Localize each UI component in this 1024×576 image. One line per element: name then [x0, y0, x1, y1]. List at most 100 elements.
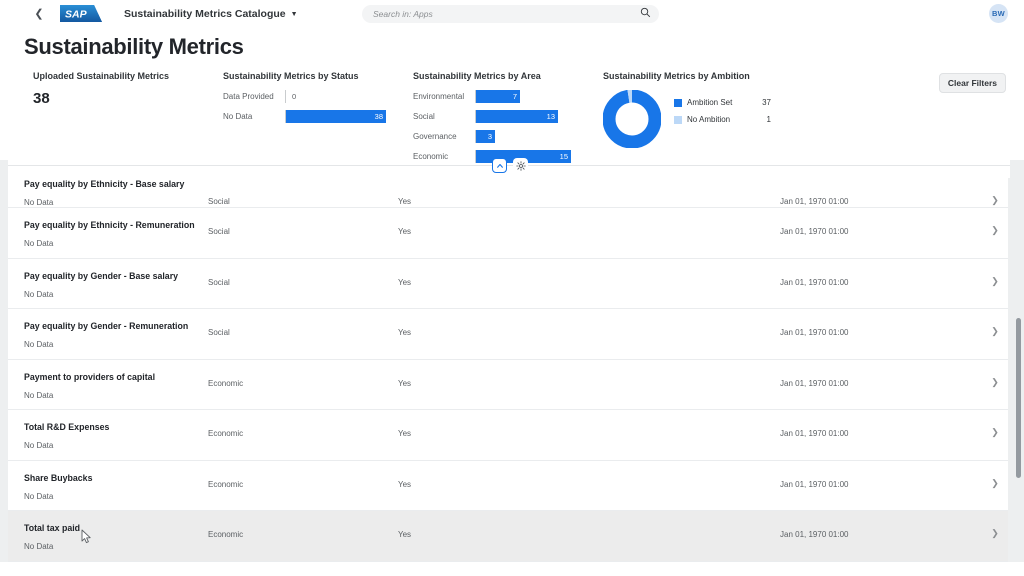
search-icon[interactable] [640, 5, 651, 23]
cell-metric-name: Pay equality by Ethnicity - Remuneration… [8, 208, 208, 249]
metric-name: Pay equality by Gender - Remuneration [24, 321, 189, 331]
bar-track: 3 [475, 130, 593, 143]
metric-name: Total tax paid [24, 523, 81, 533]
chevron-right-icon[interactable]: ❯ [982, 259, 1008, 287]
app-title-label: Sustainability Metrics Catalogue [124, 7, 286, 20]
table-row[interactable]: Pay equality by Gender - Base salary No D… [8, 258, 1008, 309]
metric-name: Pay equality by Gender - Base salary [24, 270, 179, 281]
bar-fill: 7 [476, 90, 520, 103]
vertical-scrollbar-thumb[interactable] [1016, 318, 1021, 478]
left-gutter [0, 160, 8, 576]
cell-metric-name: Total tax paid No Data [8, 511, 208, 552]
table-row[interactable]: Share Buybacks No Data Economic Yes Jan 01, … [8, 460, 1008, 511]
search-box[interactable] [362, 5, 659, 23]
cell-ambition: Yes [398, 429, 412, 438]
bar-category-label: Data Provided [223, 92, 274, 101]
legend-swatch [674, 98, 682, 107]
avatar[interactable]: BW [989, 4, 1008, 23]
cell-date: Jan 01, 1970 01:00 [780, 277, 849, 287]
bar-row[interactable]: Data Provided 0 [223, 90, 403, 103]
bar-track: 13 [475, 110, 593, 123]
cell-date: Jan 01, 1970 01:00 [780, 227, 849, 236]
cell-metric-name: Payment to providers of capital No Data [8, 360, 208, 401]
bar-chart-by-status: Data Provided 0 No Data 38 [223, 90, 403, 123]
table-row[interactable]: Pay equality by Gender - Remuneration No … [8, 309, 1008, 360]
legend-item[interactable]: No Ambition 1 [674, 115, 771, 124]
filter-bar-divider [0, 158, 1024, 178]
chevron-right-icon[interactable]: ❯ [982, 511, 1008, 539]
cell-metric-name: Total R&D Expenses No Data [8, 410, 208, 451]
legend-label: Ambition Set [687, 98, 733, 107]
table-row[interactable]: Pay equality by Ethnicity - Base salary N… [8, 178, 1008, 208]
chart-card-by-status[interactable]: Sustainability Metrics by Status Data Pr… [223, 71, 403, 123]
bar-row[interactable]: Social 13 [413, 110, 593, 123]
chevron-right-icon[interactable]: ❯ [982, 208, 1008, 236]
bar-category-label: Economic [413, 152, 449, 161]
kpi-title: Uploaded Sustainability Metrics [33, 71, 170, 81]
clear-filters-button[interactable]: Clear Filters [938, 73, 1006, 93]
table-row[interactable]: Total R&D Expenses No Data Economic Yes Jan … [8, 410, 1008, 461]
svg-text:SAP: SAP [65, 9, 88, 21]
shell-bar: ❮ SAP Sustainability Metrics Catalogue ▼ [0, 0, 1024, 27]
cell-area: Economic [208, 530, 244, 539]
cell-metric-name: Share Buybacks No Data [8, 461, 208, 502]
app-title-menu[interactable]: Sustainability Metrics Catalogue ▼ [124, 8, 298, 20]
bar-row[interactable]: No Data 38 [223, 110, 403, 123]
filter-settings-icon[interactable] [513, 158, 528, 173]
bar-value-label: 38 [374, 112, 383, 121]
kpi-value: 38 [33, 90, 50, 107]
metric-name: Payment to providers of capital [24, 371, 156, 382]
cell-ambition: Yes [398, 277, 412, 287]
donut-chart-by-ambition: Ambition Set 37 No Ambition 1 [602, 89, 813, 153]
chevron-right-icon[interactable]: ❯ [982, 309, 1008, 337]
legend-item[interactable]: Ambition Set 37 [674, 98, 771, 107]
chart-title-by-ambition: Sustainability Metrics by Ambition [603, 71, 750, 81]
cell-ambition: Yes [398, 328, 412, 337]
bar-category-label: No Data [223, 112, 253, 121]
cell-area: Social [208, 277, 230, 287]
bar-value-label: 0 [292, 92, 297, 101]
vertical-scrollbar[interactable] [1015, 160, 1022, 576]
bar-value-label: 3 [487, 132, 492, 141]
back-icon[interactable]: ❮ [30, 5, 48, 23]
bar-value-label: 13 [546, 112, 555, 121]
metric-status: No Data [24, 340, 54, 349]
table-row[interactable]: Pay equality by Ethnicity - Remuneration… [8, 208, 1008, 259]
cell-date: Jan 01, 1970 01:00 [780, 530, 849, 539]
sap-logo[interactable]: SAP [60, 5, 102, 22]
cell-date: Jan 01, 1970 01:00 [780, 429, 849, 438]
chevron-right-icon[interactable]: ❯ [982, 178, 1008, 206]
cell-date: Jan 01, 1970 01:00 [780, 197, 849, 206]
bar-row[interactable]: Governance 3 [413, 130, 593, 143]
bar-fill: 13 [476, 110, 558, 123]
donut-graphic[interactable] [602, 89, 662, 153]
chart-title-by-status: Sustainability Metrics by Status [223, 71, 359, 81]
legend-value: 37 [762, 98, 771, 107]
chart-card-by-ambition[interactable]: Sustainability Metrics by Ambition Ambit… [602, 71, 813, 153]
metric-status: No Data [24, 441, 54, 450]
metric-status: No Data [24, 198, 54, 207]
chevron-right-icon[interactable]: ❯ [982, 410, 1008, 438]
bar-category-label: Environmental [413, 92, 465, 101]
chevron-right-icon[interactable]: ❯ [982, 360, 1008, 388]
search-input[interactable] [373, 9, 640, 19]
bar-track: 7 [475, 90, 593, 103]
metric-name: Pay equality by Ethnicity - Base salary [24, 179, 185, 189]
donut-legend: Ambition Set 37 No Ambition 1 [674, 90, 771, 124]
legend-swatch [674, 115, 682, 124]
table-row[interactable]: Total tax paid No Data Economic Yes Jan 01, … [8, 511, 1008, 562]
table-row[interactable]: Payment to providers of capital No Data Ec… [8, 359, 1008, 410]
chevron-right-icon[interactable]: ❯ [982, 461, 1008, 489]
bar-row[interactable]: Environmental 7 [413, 90, 593, 103]
metrics-table-container: Pay equality by Ethnicity - Base salary N… [0, 178, 1024, 576]
metric-status: No Data [24, 289, 54, 299]
cell-date: Jan 01, 1970 01:00 [780, 479, 849, 489]
cell-ambition: Yes [398, 530, 412, 539]
chart-card-by-area[interactable]: Sustainability Metrics by Area Environme… [413, 71, 593, 163]
kpi-card-uploaded-metrics[interactable]: Uploaded Sustainability Metrics 38 [33, 71, 213, 107]
cell-area: Economic [208, 429, 244, 438]
bar-fill: 38 [286, 110, 386, 123]
chevron-up-icon[interactable] [492, 158, 507, 173]
metric-status: No Data [24, 239, 54, 248]
metric-name: Share Buybacks [24, 472, 93, 483]
